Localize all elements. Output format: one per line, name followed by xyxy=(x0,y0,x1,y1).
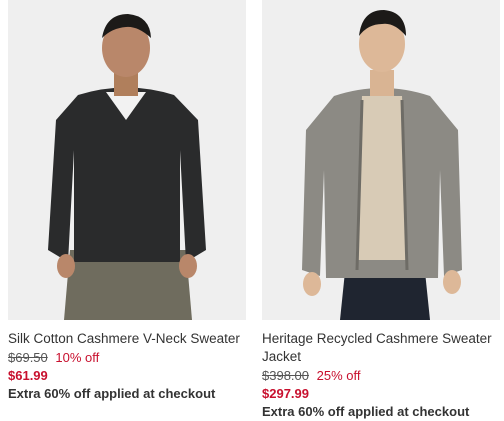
promo-text: Extra 60% off applied at checkout xyxy=(8,386,216,401)
product-image[interactable] xyxy=(8,0,246,320)
promo-text: Extra 60% off applied at checkout xyxy=(262,404,470,419)
original-price: $398.00 xyxy=(262,368,309,383)
product-photo-illustration xyxy=(8,0,246,320)
price-row: $398.00 25% off xyxy=(262,367,500,385)
original-price: $69.50 xyxy=(8,350,48,365)
product-name[interactable]: Heritage Recycled Cashmere Sweater Jacke… xyxy=(262,330,500,366)
product-image[interactable] xyxy=(262,0,500,320)
product-photo-illustration xyxy=(262,0,500,320)
product-card[interactable]: Silk Cotton Cashmere V-Neck Sweater $69.… xyxy=(8,0,246,403)
price-row: $69.50 10% off xyxy=(8,349,246,367)
product-name[interactable]: Silk Cotton Cashmere V-Neck Sweater xyxy=(8,330,246,348)
sale-price: $61.99 xyxy=(8,368,48,383)
discount-percent: 25% off xyxy=(316,368,361,383)
product-card[interactable]: Heritage Recycled Cashmere Sweater Jacke… xyxy=(262,0,500,421)
discount-percent: 10% off xyxy=(55,350,100,365)
sale-price: $297.99 xyxy=(262,386,309,401)
